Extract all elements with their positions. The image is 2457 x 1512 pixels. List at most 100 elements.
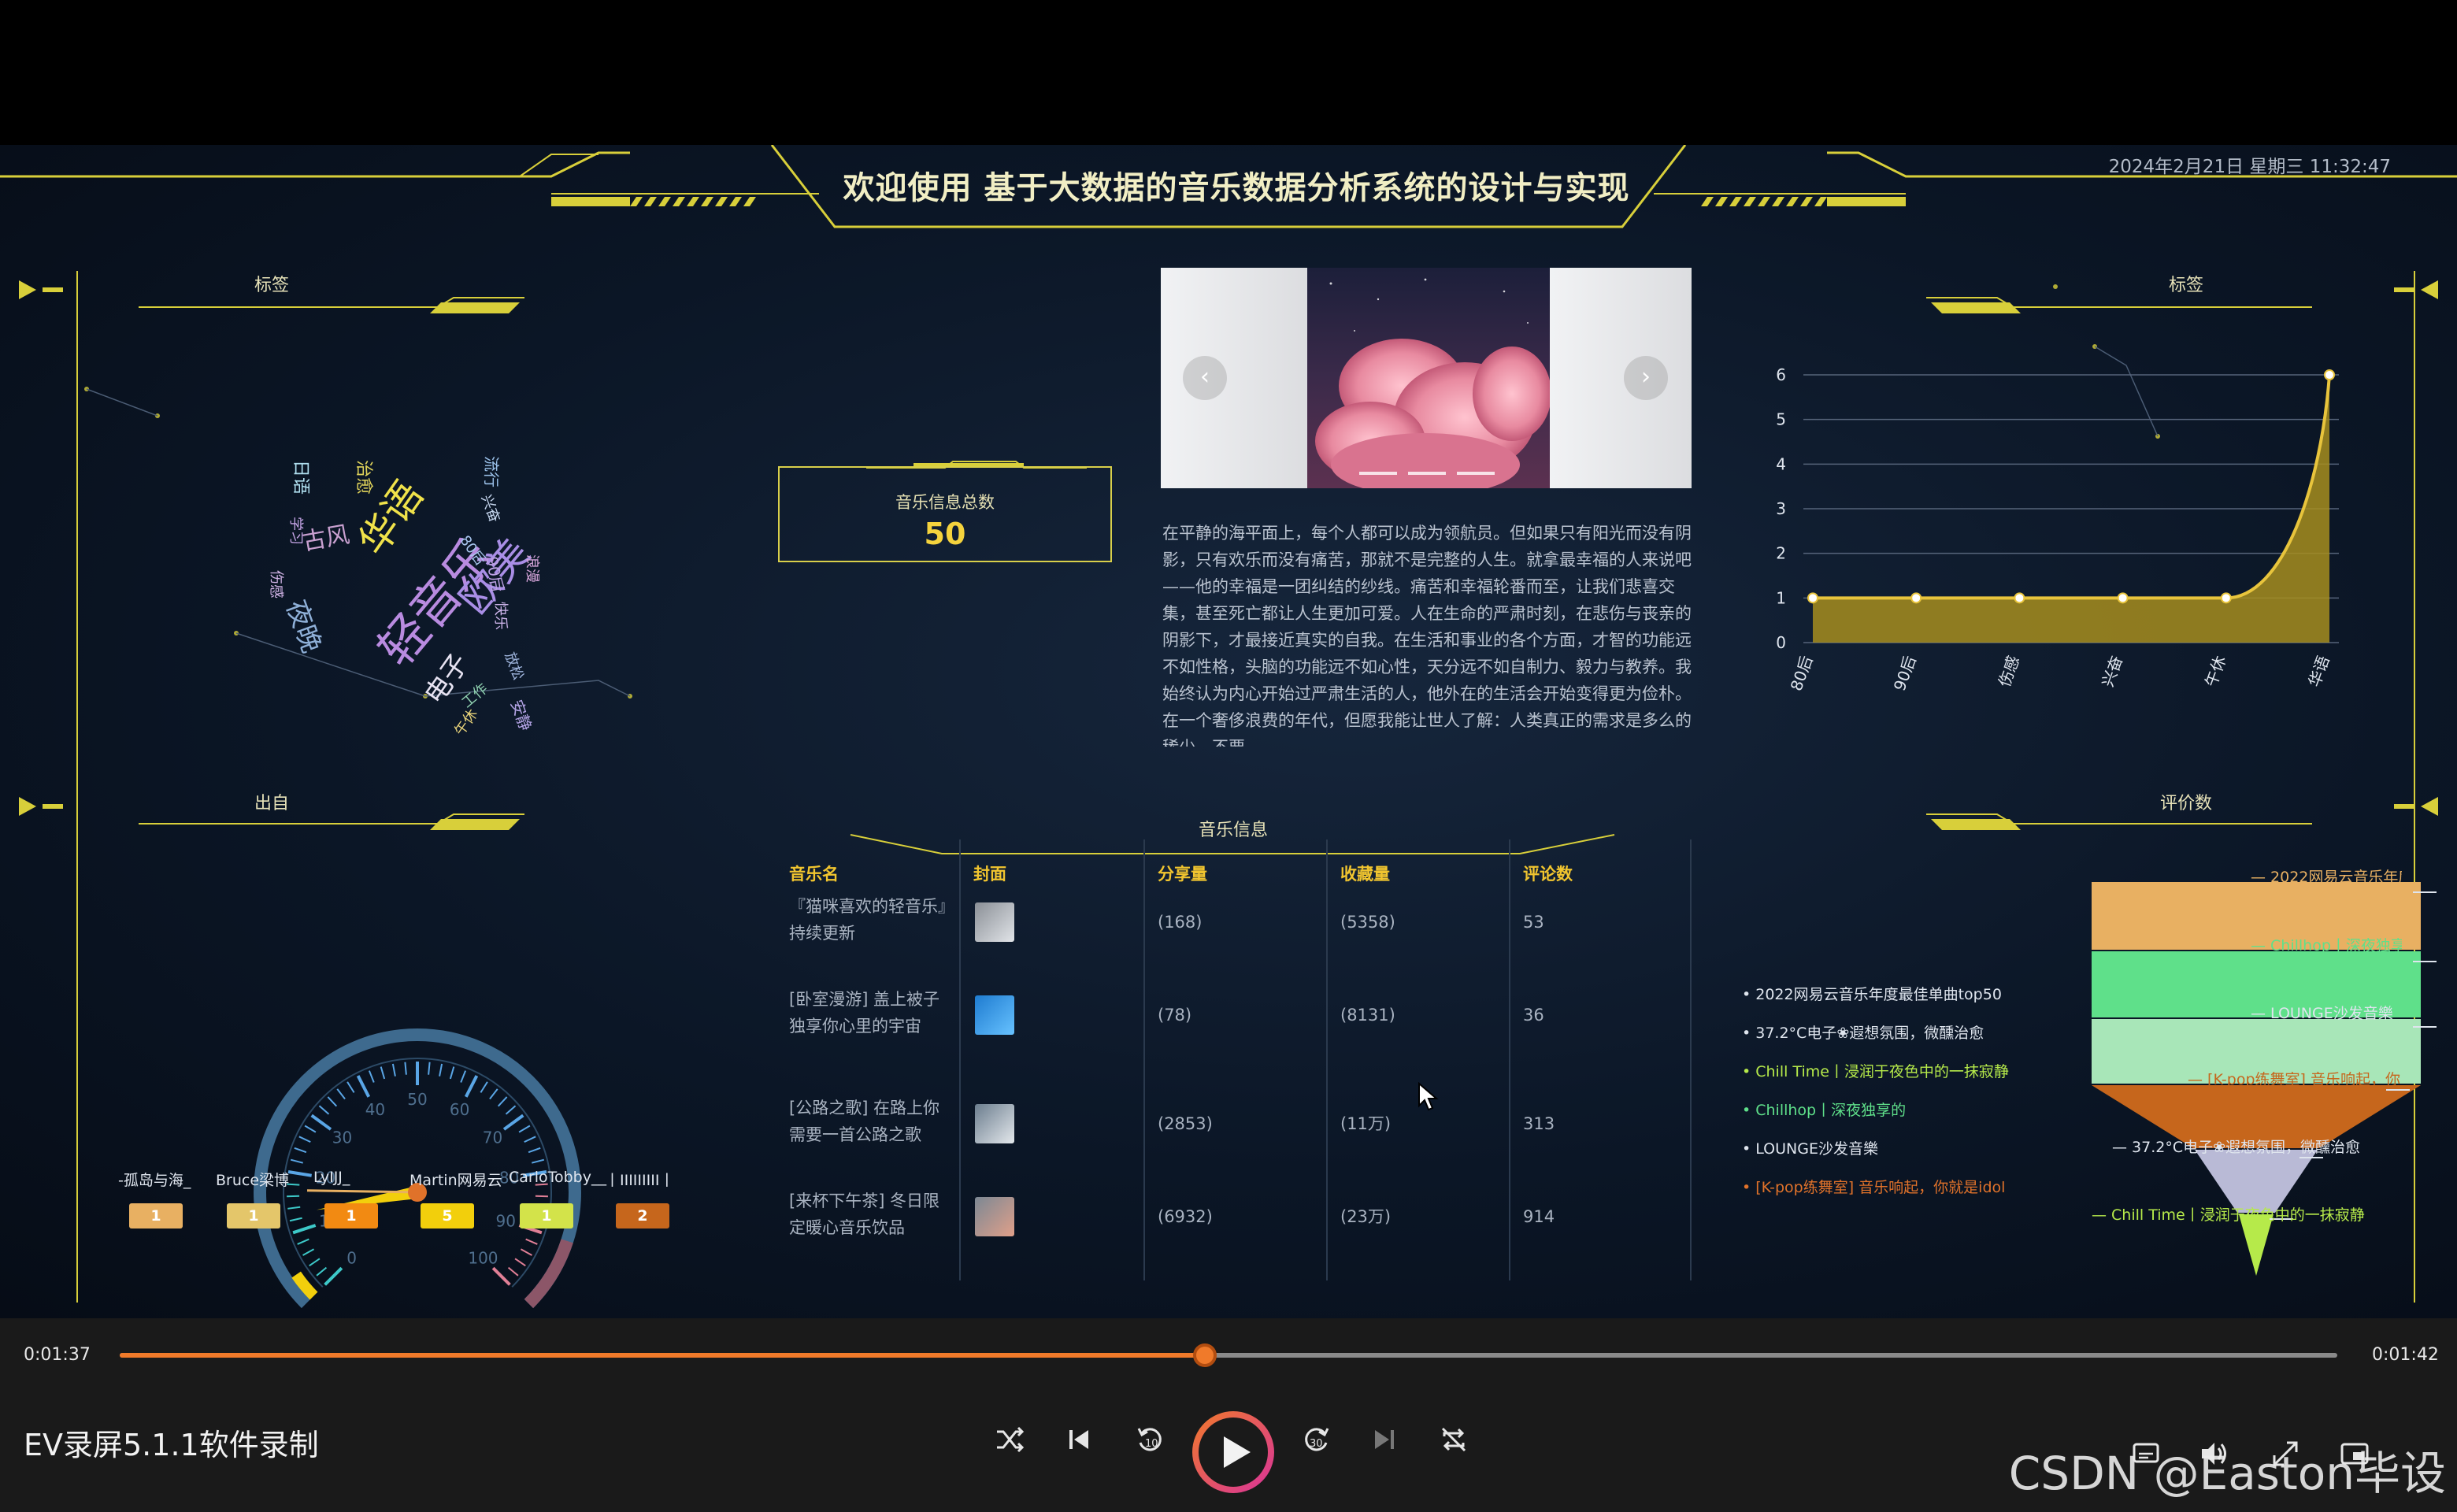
gauge-tick [460, 1070, 467, 1083]
shuffle-button[interactable] [988, 1424, 1032, 1468]
table-cell-share: (2853) [1158, 1114, 1213, 1133]
cover-thumbnail[interactable] [975, 995, 1014, 1035]
x-tick-label: 午休 [2201, 654, 2229, 690]
gauge-tick [525, 1238, 538, 1245]
area-point [1807, 592, 1818, 604]
funnel-legend-item[interactable]: • 37.2°C电子❀遐想氛围，微醺治愈 [1742, 1021, 1984, 1043]
singer-count-badge[interactable]: 2 [616, 1203, 669, 1228]
table-cell-comments: 914 [1523, 1207, 1555, 1226]
tag-area-chart: 0 1 2 3 4 5 6 80后 90后 伤感 兴奋 午休 华语 [1776, 365, 2339, 694]
funnel-legend-item[interactable]: • Chill Time丨浸润于夜色中的一抹寂静 [1742, 1060, 2009, 1081]
wordcloud-tag: 治愈 [354, 460, 373, 495]
singer-name: 丨IIIIIIIII丨 [605, 1172, 675, 1189]
cover-thumbnail[interactable] [975, 1197, 1014, 1236]
singer-count-badge[interactable]: 1 [227, 1203, 280, 1228]
area-point [2014, 592, 2025, 604]
wordcloud-tag: 学习 [287, 517, 304, 545]
col-header-share: 分享量 [1158, 865, 1207, 884]
rewind-10-button[interactable]: 10 [1128, 1424, 1172, 1468]
repeat-button[interactable] [1432, 1424, 1476, 1468]
table-cell-fav: (5358) [1340, 913, 1395, 932]
chevron-right-icon: › [1641, 363, 1651, 391]
gauge-tick [391, 1063, 396, 1077]
funnel-label: — [K-pop练舞室] 音乐响起，你 [2188, 1071, 2400, 1088]
gauge-tick [520, 1248, 532, 1256]
gauge-tick [380, 1066, 386, 1080]
cover-thumbnail[interactable] [975, 1104, 1014, 1143]
image-carousel[interactable]: ‹ › [1161, 268, 1692, 488]
wordcloud-tag: 日语 [291, 460, 310, 495]
col-header-name: 音乐名 [789, 865, 839, 884]
y-tick-label: 3 [1776, 499, 1786, 518]
funnel-legend-item[interactable]: • [K-pop练舞室] 音乐响起，你就是idol [1742, 1176, 2005, 1197]
gauge-tick-label: 40 [365, 1100, 385, 1119]
gauge-tick [428, 1062, 431, 1075]
gauge-tick [464, 1075, 479, 1098]
shuffle-icon [997, 1426, 1025, 1453]
singer-count-badge[interactable]: 1 [520, 1203, 573, 1228]
play-button[interactable] [1192, 1411, 1274, 1493]
gauge-tick [309, 1258, 321, 1267]
col-header-comments: 评论数 [1523, 865, 1573, 884]
funnel-legend-item[interactable]: • LOUNGE沙发音樂 [1742, 1137, 1878, 1158]
progress-handle[interactable] [1193, 1343, 1217, 1367]
side-marker-bar [2394, 287, 2414, 292]
gauge-tick [287, 1170, 312, 1177]
star-dot [2053, 284, 2058, 289]
carousel-dot[interactable] [1359, 472, 1397, 475]
gauge-tick [287, 1206, 301, 1210]
funnel-legend-item[interactable]: • Chillhop丨深夜独享的 [1742, 1099, 1906, 1120]
next-button[interactable] [1362, 1424, 1406, 1468]
carousel-dot[interactable] [1457, 472, 1495, 475]
gauge-tick-label: 100 [468, 1248, 498, 1267]
gauge-tick [535, 1195, 548, 1198]
carousel-next-button[interactable]: › [1624, 356, 1668, 400]
table-cell-fav: (23万) [1340, 1207, 1392, 1226]
singer-count-badge[interactable]: 1 [324, 1203, 378, 1228]
panel-underline-block [1931, 819, 2021, 830]
carousel-prev-button[interactable]: ‹ [1183, 356, 1227, 400]
funnel-label: — 37.2°C电子❀遐想氛围，微醺治愈 [2112, 1139, 2361, 1156]
singer-count-badge[interactable]: 5 [421, 1203, 474, 1228]
forward-30-button[interactable]: 30 [1295, 1424, 1339, 1468]
table-cell-fav: (8131) [1340, 1006, 1395, 1025]
gauge-tick [368, 1070, 375, 1083]
chevron-left-icon: ‹ [1200, 363, 1210, 391]
play-button-inner [1199, 1418, 1268, 1487]
singer-name: Bruce梁博 [216, 1172, 290, 1189]
previous-button[interactable] [1057, 1424, 1101, 1468]
gauge-tick [290, 1158, 303, 1164]
x-tick-label: 80后 [1787, 654, 1817, 694]
gauge-tick [518, 1125, 531, 1133]
funnel-legend-item[interactable]: • 2022网易云音乐年度最佳单曲top50 [1742, 983, 2002, 1004]
gauge-tick [356, 1075, 371, 1098]
gauge-outer-ring-end [524, 1239, 573, 1309]
carousel-dot[interactable] [1408, 472, 1446, 475]
panel-title-tags-left: 标签 [254, 276, 289, 295]
side-marker-bar [43, 804, 63, 809]
svg-text:30: 30 [1310, 1438, 1323, 1450]
csdn-watermark: CSDN @Easton毕设 [2008, 1447, 2446, 1500]
column-separator [1143, 839, 1145, 1280]
table-cell-name: [来杯下午茶] 冬日限定暖心音乐饮品 [789, 1191, 940, 1237]
gauge-tick [532, 1158, 545, 1164]
forward-30-icon: 30 [1305, 1428, 1329, 1451]
skip-previous-icon [1069, 1430, 1088, 1449]
gauge-tick [439, 1063, 443, 1077]
column-separator [1326, 839, 1328, 1280]
progress-track[interactable] [120, 1343, 2337, 1367]
panel-title-music-info: 音乐信息 [1198, 821, 1268, 840]
singer-name: CarloTobby__ [509, 1169, 606, 1186]
cover-thumbnail[interactable] [975, 902, 1014, 942]
col-header-fav: 收藏量 [1340, 865, 1390, 884]
side-marker-bar [2394, 804, 2414, 809]
singer-count-badge[interactable]: 1 [129, 1203, 183, 1228]
gauge-tick [324, 1266, 343, 1286]
skip-next-icon [1375, 1430, 1394, 1449]
carousel-next-slide [1550, 268, 1692, 488]
area-line [1813, 374, 2331, 600]
table-cell-fav: (11万) [1340, 1114, 1392, 1133]
gauge-tick [502, 1114, 524, 1131]
panel-title-tags-right: 标签 [2168, 276, 2203, 295]
table-cell-share: (6932) [1158, 1207, 1213, 1226]
